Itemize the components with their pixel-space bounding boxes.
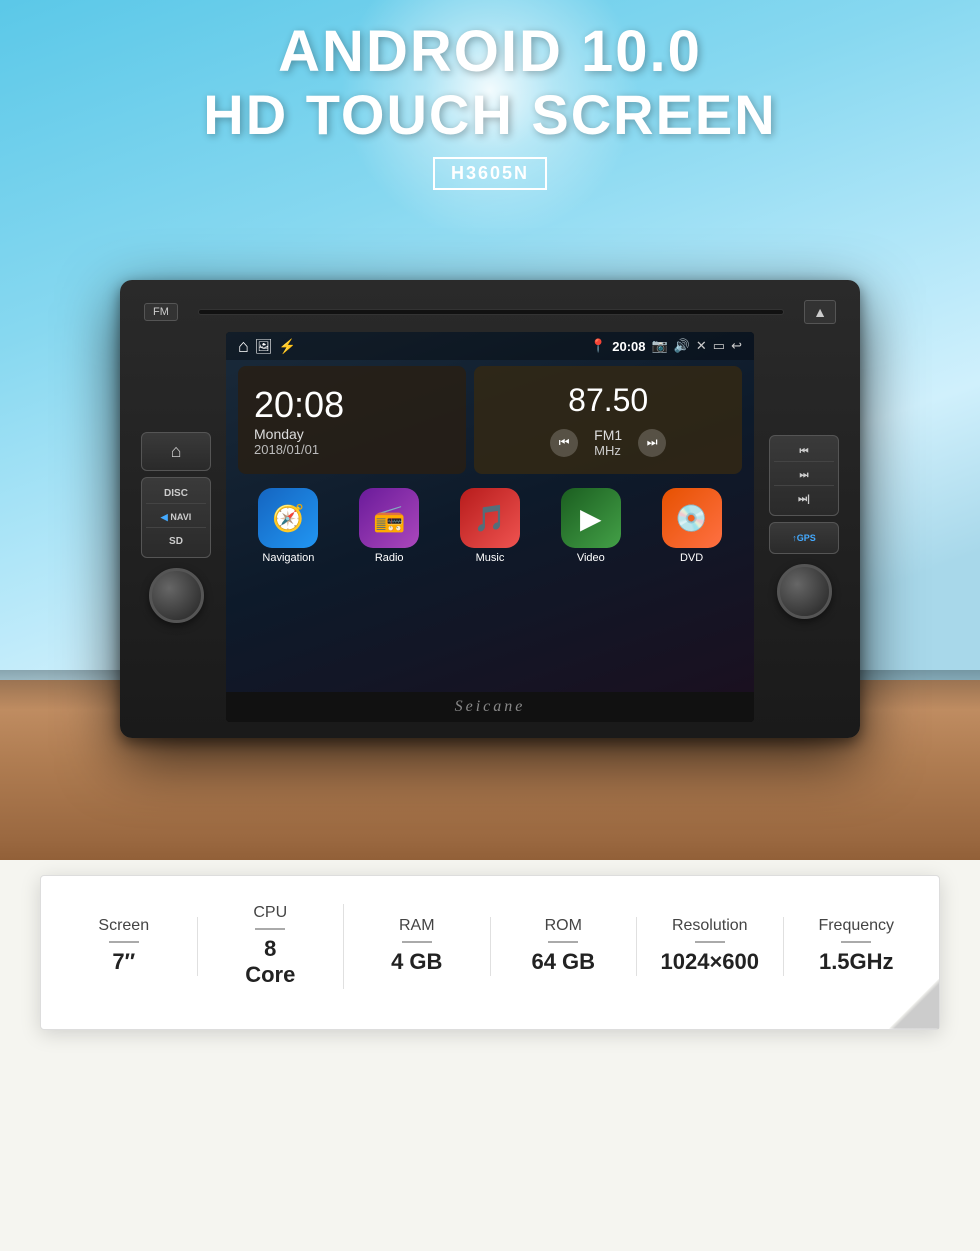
- next-track-button[interactable]: ⏭: [774, 466, 834, 486]
- spec-resolution-value: 1024×600: [661, 949, 760, 975]
- spec-frequency-label: Frequency: [818, 917, 894, 935]
- app-video[interactable]: ▶ Video: [561, 488, 621, 564]
- dvd-icon: 💿: [662, 488, 722, 548]
- left-panel: ⌂ DISC ◀ NAVI SD: [136, 332, 216, 722]
- status-time: 20:08: [612, 339, 645, 354]
- spec-dash6: [841, 941, 871, 943]
- header-title-line1: ANDROID 10.0: [0, 20, 980, 84]
- clock-time: 20:08: [254, 384, 450, 426]
- left-button-group: DISC ◀ NAVI SD: [141, 477, 211, 558]
- app-navigation[interactable]: 🧭 Navigation: [258, 488, 318, 564]
- spec-frequency-value: 1.5GHz: [819, 949, 894, 975]
- navi-button[interactable]: ◀ NAVI: [146, 508, 206, 528]
- spec-screen: Screen 7″: [51, 917, 198, 975]
- spec-rom-value: 64 GB: [531, 949, 595, 975]
- video-icon: ▶: [561, 488, 621, 548]
- spec-ram-value: 4 GB: [391, 949, 442, 975]
- navigation-icon: 🧭: [258, 488, 318, 548]
- header-title-line2: HD TOUCH SCREEN: [0, 84, 980, 146]
- spec-cpu: CPU 8Core: [198, 904, 345, 989]
- volume-knob[interactable]: [149, 568, 204, 623]
- right-gps-group: ↑GPS: [769, 522, 839, 554]
- android-screen[interactable]: ⌂ 🖼 ⚡ 📍 20:08 📷 🔊 ✕ ▭ ↩: [226, 332, 754, 692]
- eject-button[interactable]: ▲: [804, 300, 836, 324]
- model-badge: H3605N: [433, 157, 547, 190]
- radio-label-text: Radio: [375, 552, 404, 564]
- camera-icon: 📷: [652, 338, 668, 354]
- brand-bar: Seicane: [226, 692, 754, 722]
- spec-ram: RAM 4 GB: [344, 917, 491, 975]
- skip-button[interactable]: ⏭|: [774, 490, 834, 509]
- spec-resolution-label: Resolution: [672, 917, 748, 935]
- right-button-group: ⏮ ⏭ ⏭|: [769, 435, 839, 516]
- sd-button[interactable]: SD: [146, 532, 206, 551]
- radio-icon: 📻: [359, 488, 419, 548]
- stereo-body: FM ▲ ⌂ DISC ◀ NAVI SD: [120, 280, 860, 738]
- radio-next-button[interactable]: ⏭: [638, 429, 666, 457]
- spec-rom: ROM 64 GB: [491, 917, 638, 975]
- location-icon: 📍: [590, 338, 606, 354]
- radio-station-info: FM1 MHz: [594, 427, 622, 458]
- spec-rom-label: ROM: [545, 917, 582, 935]
- radio-frequency: 87.50: [568, 382, 648, 419]
- status-bar: ⌂ 🖼 ⚡ 📍 20:08 📷 🔊 ✕ ▭ ↩: [226, 332, 754, 360]
- clock-widget[interactable]: 20:08 Monday 2018/01/01: [238, 366, 466, 474]
- clock-day: Monday: [254, 426, 450, 442]
- radio-prev-button[interactable]: ⏮: [550, 429, 578, 457]
- apps-row: 🧭 Navigation 📻 Radio 🎵 Music ▶: [226, 480, 754, 570]
- spec-frequency: Frequency 1.5GHz: [784, 917, 930, 975]
- spec-ram-label: RAM: [399, 917, 435, 935]
- status-right: 📍 20:08 📷 🔊 ✕ ▭ ↩: [590, 338, 742, 354]
- back-icon: ↩: [731, 338, 742, 354]
- widget-area: 20:08 Monday 2018/01/01 87.50 ⏮ FM1: [226, 360, 754, 480]
- spec-dash4: [548, 941, 578, 943]
- volume-knob-right[interactable]: [777, 564, 832, 619]
- android-photo-icon[interactable]: 🖼: [255, 338, 273, 355]
- spec-screen-value: 7″: [112, 949, 135, 975]
- radio-controls: ⏮ FM1 MHz ⏭: [550, 427, 666, 458]
- app-dvd[interactable]: 💿 DVD: [662, 488, 722, 564]
- music-label: Music: [476, 552, 505, 564]
- spec-dash: [109, 941, 139, 943]
- prev-track-button[interactable]: ⏮: [774, 442, 834, 462]
- app-radio[interactable]: 📻 Radio: [359, 488, 419, 564]
- music-icon: 🎵: [460, 488, 520, 548]
- spec-dash5: [695, 941, 725, 943]
- header-section: ANDROID 10.0 HD TOUCH SCREEN H3605N: [0, 20, 980, 190]
- disc-button[interactable]: DISC: [146, 484, 206, 504]
- specs-section: Screen 7″ CPU 8Core RAM 4 GB ROM 64 GB R…: [40, 875, 940, 1030]
- stereo-top-bar: FM ▲: [136, 300, 844, 324]
- spec-screen-label: Screen: [98, 917, 149, 935]
- stereo-main-row: ⌂ DISC ◀ NAVI SD ⌂: [136, 332, 844, 722]
- fm-badge: FM: [144, 303, 178, 321]
- device-wrapper: FM ▲ ⌂ DISC ◀ NAVI SD: [120, 280, 860, 738]
- spec-cpu-value: 8Core: [245, 936, 295, 989]
- app-music[interactable]: 🎵 Music: [460, 488, 520, 564]
- home-button[interactable]: ⌂: [141, 432, 211, 471]
- gps-label: ↑GPS: [774, 529, 834, 547]
- spec-cpu-label: CPU: [253, 904, 287, 922]
- radio-unit-label: MHz: [594, 443, 622, 458]
- spec-dash2: [255, 928, 285, 930]
- right-panel: ⏮ ⏭ ⏭| ↑GPS: [764, 332, 844, 722]
- android-home-icon[interactable]: ⌂: [238, 336, 249, 357]
- video-label: Video: [577, 552, 605, 564]
- radio-station-label: FM1: [594, 427, 622, 443]
- status-left: ⌂ 🖼 ⚡: [238, 336, 296, 357]
- clock-date: 2018/01/01: [254, 442, 450, 457]
- navigation-label: Navigation: [262, 552, 314, 564]
- cd-slot: [198, 309, 784, 315]
- radio-widget[interactable]: 87.50 ⏮ FM1 MHz ⏭: [474, 366, 742, 474]
- window-icon: ▭: [713, 338, 725, 354]
- dvd-label: DVD: [680, 552, 703, 564]
- screen-container: ⌂ 🖼 ⚡ 📍 20:08 📷 🔊 ✕ ▭ ↩: [226, 332, 754, 722]
- brand-name: Seicane: [455, 698, 526, 715]
- specs-grid: Screen 7″ CPU 8Core RAM 4 GB ROM 64 GB R…: [51, 904, 929, 989]
- spec-dash3: [402, 941, 432, 943]
- close-icon: ✕: [696, 338, 707, 354]
- android-signal-icon[interactable]: ⚡: [279, 338, 296, 355]
- volume-icon: 🔊: [674, 338, 690, 354]
- spec-resolution: Resolution 1024×600: [637, 917, 784, 975]
